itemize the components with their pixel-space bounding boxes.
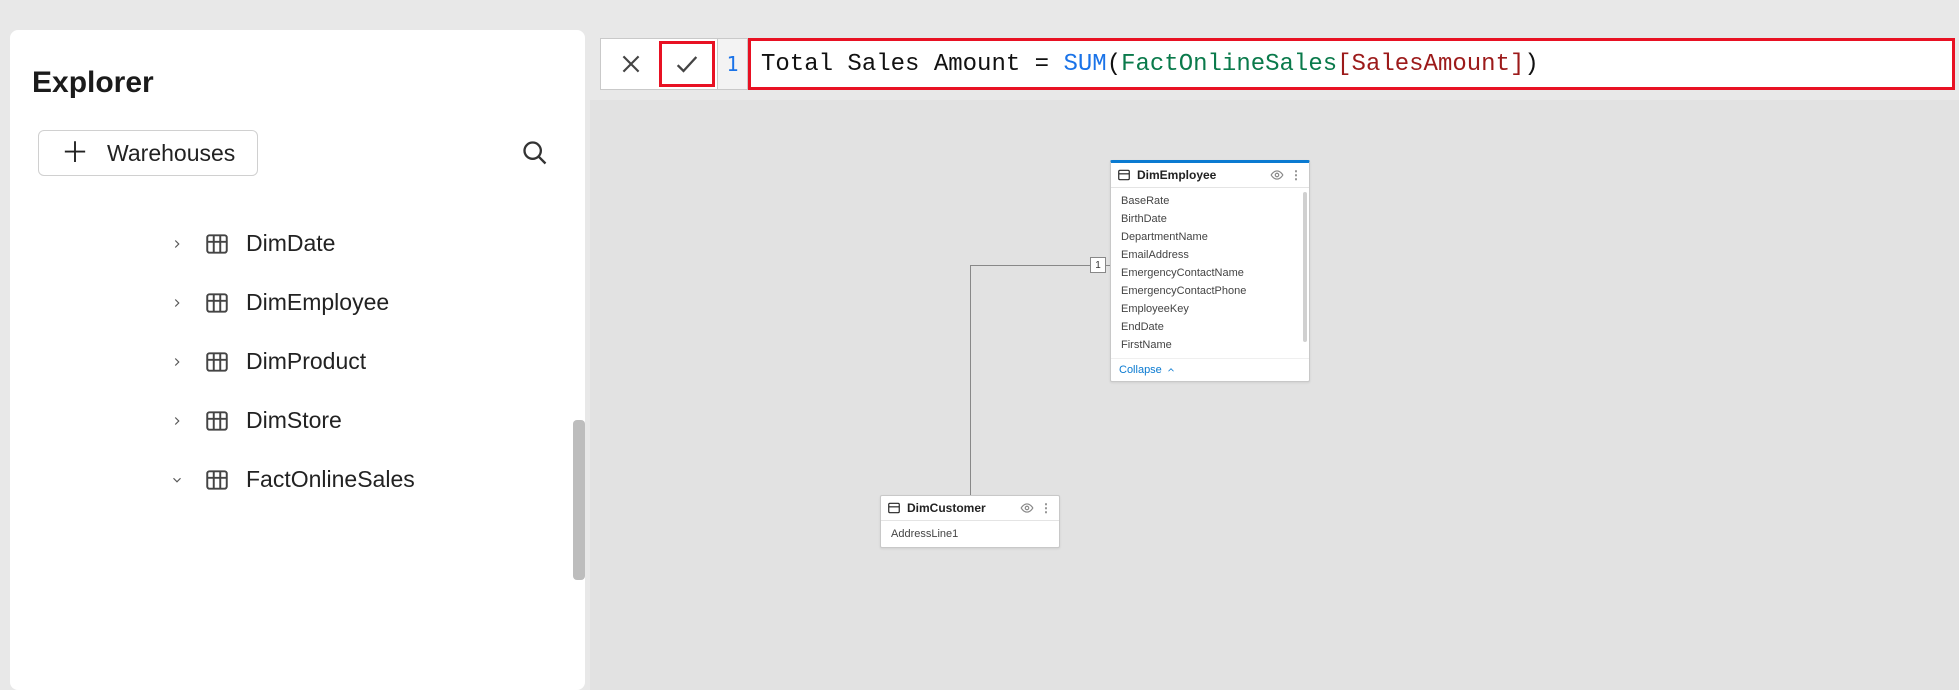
close-icon: [618, 51, 644, 77]
relationship-line: [970, 265, 1110, 266]
tree-item-label: DimDate: [246, 230, 335, 257]
table-icon: [204, 467, 230, 493]
chevron-up-icon: [1166, 365, 1176, 375]
collapse-toggle[interactable]: Collapse: [1111, 358, 1309, 381]
tree-item-label-cutoff: [200, 196, 206, 211]
sidebar-toolbar: ＋ Warehouses: [38, 130, 557, 176]
formula-bar: 1 Total Sales Amount = SUM(FactOnlineSal…: [600, 38, 1955, 90]
column-item[interactable]: EmergencyContactPhone: [1111, 282, 1309, 300]
search-button[interactable]: [513, 131, 557, 175]
column-item[interactable]: EmployeeKey: [1111, 300, 1309, 318]
cancel-formula-button[interactable]: [603, 41, 659, 87]
formula-button-group: [600, 38, 718, 90]
column-item[interactable]: AddressLine1: [881, 525, 1059, 543]
card-scrollbar[interactable]: [1303, 192, 1307, 342]
tree-item-dimdate[interactable]: DimDate: [10, 214, 585, 273]
column-item[interactable]: DepartmentName: [1111, 228, 1309, 246]
table-card-dimcustomer[interactable]: DimCustomer ⋮ AddressLine1: [880, 495, 1060, 548]
table-card-title: DimCustomer: [907, 501, 986, 515]
formula-table-ref: FactOnlineSales: [1121, 51, 1337, 78]
tree-item-label: DimStore: [246, 407, 342, 434]
table-icon: [204, 408, 230, 434]
table-icon: [204, 231, 230, 257]
table-tree: DimDate DimEmployee DimProduct: [10, 196, 585, 509]
visibility-icon[interactable]: [1270, 168, 1284, 182]
table-card-columns: BaseRate BirthDate DepartmentName EmailA…: [1111, 188, 1309, 358]
tree-item-dimproduct[interactable]: DimProduct: [10, 332, 585, 391]
tree-item-dimstore[interactable]: DimStore: [10, 391, 585, 450]
line-number: 1: [726, 52, 738, 76]
check-icon: [673, 50, 701, 78]
chevron-right-icon: [170, 237, 188, 251]
tree-item-label: DimEmployee: [246, 289, 389, 316]
table-card-header[interactable]: DimEmployee ⋮: [1111, 163, 1309, 188]
table-card-columns: AddressLine1: [881, 521, 1059, 547]
explorer-title: Explorer: [32, 66, 585, 100]
search-icon: [521, 139, 549, 167]
formula-lparen: (: [1107, 51, 1121, 78]
chevron-right-icon: [170, 414, 188, 428]
warehouses-label: Warehouses: [107, 140, 235, 167]
plus-icon: ＋: [61, 139, 89, 167]
formula-rparen: ): [1524, 51, 1538, 78]
line-number-gutter: 1: [718, 38, 748, 90]
tree-item-dimemployee[interactable]: DimEmployee: [10, 273, 585, 332]
table-card-title: DimEmployee: [1137, 168, 1216, 182]
table-icon: [1117, 168, 1131, 182]
more-options-icon[interactable]: ⋮: [1040, 501, 1053, 515]
table-card-header[interactable]: DimCustomer ⋮: [881, 496, 1059, 521]
table-icon: [204, 290, 230, 316]
table-card-dimemployee[interactable]: DimEmployee ⋮ BaseRate BirthDate Departm…: [1110, 160, 1310, 382]
column-item[interactable]: BaseRate: [1111, 192, 1309, 210]
tree-item-factonlinesales[interactable]: FactOnlineSales: [10, 450, 585, 509]
table-icon: [204, 349, 230, 375]
formula-column-ref: [SalesAmount]: [1337, 51, 1524, 78]
more-options-icon[interactable]: ⋮: [1290, 168, 1303, 182]
column-item[interactable]: BirthDate: [1111, 210, 1309, 228]
relationship-cardinality-badge: 1: [1090, 257, 1106, 273]
explorer-sidebar: Explorer ＋ Warehouses DimDate: [10, 30, 585, 690]
sidebar-scrollbar[interactable]: [573, 420, 585, 580]
formula-measure-name: Total Sales Amount: [761, 51, 1020, 78]
warehouses-button[interactable]: ＋ Warehouses: [38, 130, 258, 176]
tree-item-label: FactOnlineSales: [246, 466, 415, 493]
formula-input[interactable]: Total Sales Amount = SUM(FactOnlineSales…: [748, 38, 1955, 90]
formula-function: SUM: [1063, 51, 1106, 78]
tree-item-cutoff: [10, 196, 585, 214]
column-item[interactable]: EmergencyContactName: [1111, 264, 1309, 282]
formula-equals: =: [1020, 51, 1063, 78]
chevron-down-icon: [170, 473, 188, 487]
column-item[interactable]: EmailAddress: [1111, 246, 1309, 264]
collapse-label: Collapse: [1119, 364, 1162, 376]
table-icon: [887, 501, 901, 515]
tree-item-label: DimProduct: [246, 348, 366, 375]
chevron-right-icon: [170, 355, 188, 369]
chevron-right-icon: [170, 296, 188, 310]
commit-formula-button[interactable]: [659, 41, 715, 87]
visibility-icon[interactable]: [1020, 501, 1034, 515]
column-item[interactable]: FirstName: [1111, 336, 1309, 354]
column-item[interactable]: EndDate: [1111, 318, 1309, 336]
model-canvas[interactable]: 1 DimEmployee ⋮ BaseRate BirthDate Depar…: [590, 100, 1959, 690]
